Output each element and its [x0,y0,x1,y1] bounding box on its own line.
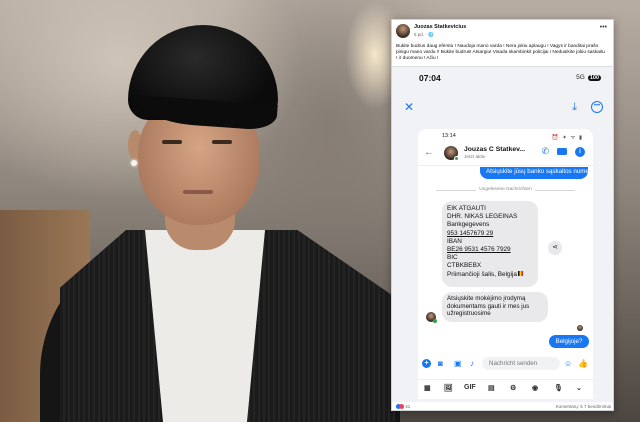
gif-button[interactable]: GIF [464,384,476,391]
mouth [183,190,213,194]
battery-icon: 100 [587,74,601,81]
post-reactions-bar: 41 Komentarų: 5 7 bendrinimai [396,404,611,410]
shares-count: 7 bendrinimai [583,404,611,409]
phone-call-icon[interactable]: ✆ [541,147,549,156]
love-reaction-icon [399,404,404,409]
online-indicator-icon [454,156,459,161]
incoming-message-bank-details[interactable]: EIK ATGAUTI DHR. NIKAS LEGEINAS Bankgege… [442,201,538,287]
collapse-icon[interactable]: ⌄ [576,384,582,392]
belgium-flag-icon [517,270,523,276]
camera-icon[interactable]: ◙ [438,359,443,368]
message-line: Bankgegevens [447,221,490,229]
online-dot-icon [433,319,437,323]
clipboard-icon[interactable]: ▤ [488,384,495,392]
phone-status-bar: 07:04 5G 100 [392,73,613,87]
message-line: dokumentams gauti ir mes jus [447,302,530,310]
message-line: CTBKBEBX [447,262,482,270]
country-text: Priimančioji šalis, Belgija [447,270,517,278]
messenger-screenshot: 13:14 ⏰ ✦ ᯤ ▮ ← Jouzas C Statkev... Jetz… [418,129,593,399]
message-line: BIC [447,254,458,262]
reactions-summary[interactable]: 41 [396,404,410,409]
contact-name[interactable]: Jouzas C Statkev... [464,146,528,153]
video-call-icon[interactable] [557,148,567,155]
emoji-icon[interactable]: ☺ [564,359,572,368]
microphone-icon[interactable]: ♪ [470,359,474,368]
right-eye [212,140,232,144]
facebook-post-card: Juozas Statkevicius 5 pd. · 🌐 ••• Bukite… [391,19,614,411]
more-options-icon[interactable]: ••• [600,24,607,31]
settings-icon[interactable]: ⚙ [510,384,516,392]
voice-input-icon[interactable]: 🎙 [554,384,563,392]
close-icon[interactable]: ✕ [404,101,414,113]
plus-icon[interactable]: + [422,359,431,368]
sticker-icon[interactable]: 🖼 [444,384,453,392]
back-arrow-icon[interactable]: ← [424,148,434,158]
keyboard-toolbar: ▦ 🖼 GIF ▤ ⚙ ◉ 🎙 ⌄ [418,379,593,399]
message-line: Atsiųskite mokėjimo įrodymą [447,295,526,302]
comments-shares[interactable]: Komentarų: 5 7 bendrinimai [556,404,611,409]
read-receipt-avatar [577,325,583,331]
cardigan-right [245,230,395,422]
chat-header: ← Jouzas C Statkev... Jetzt aktiv ✆ i [418,144,593,166]
network-label: 5G [576,74,585,81]
download-icon[interactable]: ⤓ [572,101,577,113]
post-text: Bukite budrus daug efėrstu ! Naudoja man… [396,44,605,61]
viewer-toolbar: ✕ ⤓ ••• [392,101,613,117]
author-avatar[interactable] [396,24,410,38]
message-composer: + ◙ ▣ ♪ ☺ 👍 [418,357,593,373]
outgoing-message[interactable]: Atsiųskite jūsų banko sąskaitos numerį [480,167,588,179]
inner-status-icons: ⏰ ✦ ᯤ ▮ [551,135,583,141]
info-icon[interactable]: i [575,147,585,157]
more-icon[interactable]: ••• [591,101,603,113]
post-header: Juozas Statkevicius 5 pd. · 🌐 ••• [396,24,609,42]
comments-count: Komentarų: 5 [555,404,583,409]
message-line: IBAN [447,237,462,245]
account-number-link[interactable]: 953 1457679 29 [447,230,533,238]
white-tshirt [145,230,265,422]
image-icon[interactable]: ▣ [454,359,462,368]
contact-status: Jetzt aktiv [464,155,486,160]
status-indicators: 5G 100 [576,74,601,81]
message-line: DHR. NIKAS LEGEINAS [447,213,518,221]
apps-grid-icon[interactable]: ▦ [424,384,431,392]
message-line: užregistruosime [447,310,491,318]
message-line: Priimančioji šalis, Belgija [447,270,533,279]
phone-screenshot: 07:04 5G 100 ✕ ⤓ ••• 13:14 ⏰ ✦ ᯤ ▮ ← Jou… [392,66,613,402]
palette-icon[interactable]: ◉ [532,384,538,392]
inner-status-bar: 13:14 ⏰ ✦ ᯤ ▮ [418,133,593,141]
earring [131,160,137,166]
post-author[interactable]: Juozas Statkevicius [414,24,466,30]
incoming-message-proof[interactable]: Atsiųskite mokėjimo įrodymą dokumentams … [442,292,548,322]
unread-divider: Ungelesene Nachrichten [418,187,593,192]
message-line: EIK ATGAUTI [447,205,486,212]
like-icon[interactable]: 👍 [578,359,588,368]
share-icon[interactable]: ⋖ [548,241,562,255]
status-time: 07:04 [419,73,441,83]
outgoing-message-2[interactable]: Belgijoje? [549,335,589,348]
iban-link[interactable]: BE26 9531 4576 7929 [447,246,533,254]
left-eye [162,140,182,144]
inner-time: 13:14 [442,133,456,139]
reactions-count: 41 [405,404,411,409]
message-input[interactable] [482,357,560,370]
post-meta: 5 pd. · 🌐 [414,32,434,37]
